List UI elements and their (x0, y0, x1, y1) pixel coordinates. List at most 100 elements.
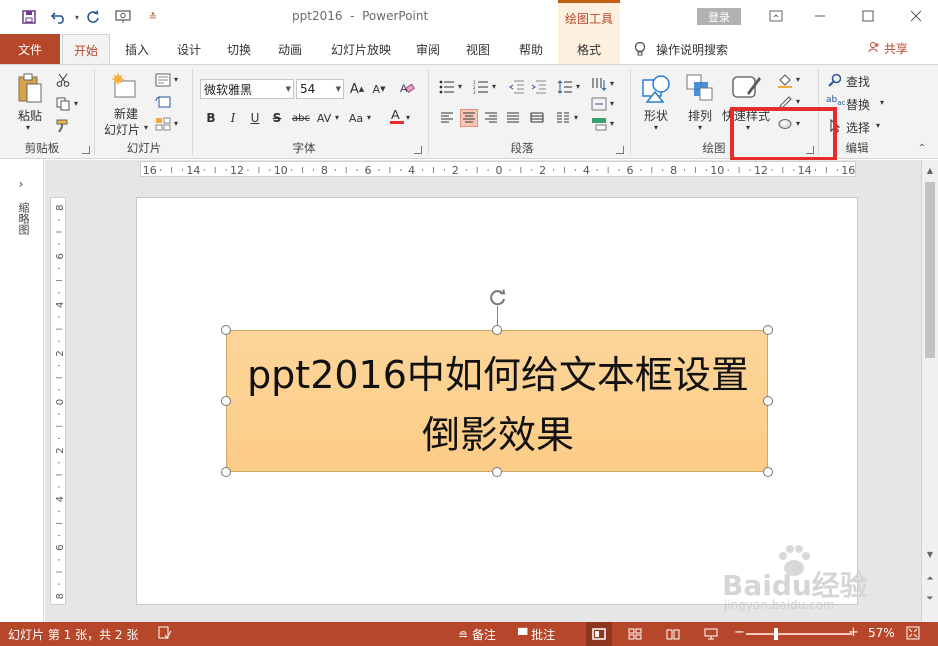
select-dropdown-icon[interactable]: ▾ (876, 121, 880, 130)
align-right-icon[interactable] (482, 109, 500, 127)
next-slide-icon[interactable]: ⏷ (924, 592, 936, 606)
tell-me-search[interactable]: 操作说明搜索 (656, 34, 740, 64)
vertical-scrollbar[interactable]: ▲ ▼ ⏶ ⏷ (921, 160, 938, 622)
zoom-out-icon[interactable]: − (734, 625, 745, 640)
shapes-label[interactable]: 形状 (644, 107, 668, 124)
font-color-dropdown-icon[interactable]: ▾ (406, 113, 410, 122)
tab-home[interactable]: 开始 (62, 34, 110, 65)
normal-view-icon[interactable] (586, 622, 612, 646)
thumbnail-label[interactable]: 缩略图 (11, 202, 31, 235)
decrease-font-icon[interactable]: A ▼ (370, 80, 388, 98)
tab-file[interactable]: 文件 (0, 34, 60, 64)
resize-handle-top[interactable] (492, 325, 502, 335)
tab-design[interactable]: 设计 (166, 34, 212, 64)
paste-dropdown-icon[interactable]: ▾ (26, 123, 30, 132)
section-dropdown-icon[interactable]: ▾ (174, 119, 178, 128)
bold-icon[interactable]: B (202, 109, 220, 127)
bullets-dropdown-icon[interactable]: ▾ (458, 82, 462, 91)
paste-icon[interactable] (14, 71, 46, 107)
tab-format[interactable]: 格式 (558, 34, 620, 64)
increase-font-icon[interactable]: A ▲ (348, 80, 366, 98)
find-icon[interactable] (826, 71, 844, 89)
maximize-icon[interactable] (856, 6, 880, 26)
replace-icon[interactable]: abac (826, 95, 845, 107)
columns-dropdown-icon[interactable]: ▾ (574, 113, 578, 122)
tab-insert[interactable]: 插入 (114, 34, 160, 64)
arrange-label[interactable]: 排列 (688, 107, 712, 124)
slide-sorter-icon[interactable] (622, 622, 648, 646)
layout-icon[interactable] (154, 71, 172, 89)
strikethrough-icon[interactable]: abc (290, 109, 312, 127)
copy-icon[interactable] (54, 95, 72, 113)
zoom-slider-track[interactable] (746, 633, 852, 635)
resize-handle-left[interactable] (221, 396, 231, 406)
textbox-content[interactable]: ppt2016中如何给文本框设置 倒影效果 (227, 345, 769, 465)
font-size-select[interactable]: 54 ▼ (296, 79, 344, 99)
bullets-icon[interactable] (438, 78, 456, 96)
resize-handle-top-right[interactable] (763, 325, 773, 335)
line-spacing-dropdown-icon[interactable]: ▾ (576, 82, 580, 91)
numbering-dropdown-icon[interactable]: ▾ (492, 82, 496, 91)
paragraph-launcher-icon[interactable] (616, 146, 624, 154)
new-slide-label-line2[interactable]: 幻灯片 (104, 121, 140, 138)
notes-button[interactable]: ≘ 备注 (458, 626, 496, 643)
arrange-icon[interactable] (684, 71, 716, 105)
replace-label[interactable]: 替换 (846, 96, 870, 113)
tab-review[interactable]: 审阅 (406, 34, 450, 64)
italic-icon[interactable]: I (224, 109, 242, 127)
smartart-dropdown-icon[interactable]: ▾ (610, 119, 614, 128)
text-direction-dropdown-icon[interactable]: ▾ (610, 79, 614, 88)
undo-icon[interactable] (50, 8, 68, 26)
new-slide-dropdown-icon[interactable]: ▾ (144, 123, 148, 132)
resize-handle-top-left[interactable] (221, 325, 231, 335)
customize-toolbar-icon[interactable]: ≛ (144, 8, 162, 26)
clear-formatting-icon[interactable]: A (398, 79, 416, 97)
resize-handle-bottom[interactable] (492, 467, 502, 477)
align-text-dropdown-icon[interactable]: ▾ (610, 99, 614, 108)
new-slide-label-line1[interactable]: 新建 (114, 105, 138, 122)
tab-transitions[interactable]: 切换 (216, 34, 262, 64)
minimize-icon[interactable] (808, 6, 832, 26)
format-painter-icon[interactable] (54, 117, 72, 135)
collapse-ribbon-icon[interactable]: ⌃ (914, 141, 930, 155)
arrange-dropdown-icon[interactable]: ▾ (698, 123, 702, 132)
present-icon[interactable] (114, 8, 132, 26)
line-spacing-icon[interactable] (556, 78, 574, 96)
tab-animations[interactable]: 动画 (266, 34, 314, 64)
shapes-icon[interactable] (640, 71, 674, 105)
shape-fill-icon[interactable] (776, 71, 794, 89)
previous-slide-icon[interactable]: ⏶ (924, 572, 936, 586)
align-left-icon[interactable] (438, 109, 456, 127)
fit-to-window-icon[interactable] (906, 626, 920, 643)
share-button[interactable]: 共享 (868, 40, 908, 57)
underline-icon[interactable]: U (246, 109, 264, 127)
zoom-level[interactable]: 57% (868, 626, 895, 640)
redo-icon[interactable] (84, 8, 102, 26)
ribbon-display-options-icon[interactable] (764, 6, 788, 26)
shape-outline-dropdown-icon[interactable]: ▾ (796, 97, 800, 106)
zoom-in-icon[interactable]: + (848, 625, 859, 640)
tab-view[interactable]: 视图 (456, 34, 500, 64)
scrollbar-thumb[interactable] (925, 182, 935, 358)
tab-slideshow[interactable]: 幻灯片放映 (322, 34, 400, 64)
smartart-icon[interactable] (590, 115, 608, 133)
rotate-handle-icon[interactable] (487, 287, 509, 309)
distributed-icon[interactable] (528, 109, 546, 127)
spellcheck-icon[interactable] (158, 626, 172, 643)
resize-handle-bottom-left[interactable] (221, 467, 231, 477)
quick-styles-icon[interactable] (730, 71, 764, 105)
font-launcher-icon[interactable] (414, 146, 422, 154)
zoom-slider-thumb[interactable] (773, 628, 778, 640)
text-shadow-icon[interactable]: S (268, 109, 286, 127)
character-spacing-icon[interactable]: AV (314, 109, 334, 127)
copy-dropdown-icon[interactable]: ▾ (74, 99, 78, 108)
select-label[interactable]: 选择 (846, 119, 870, 136)
shape-fill-dropdown-icon[interactable]: ▾ (796, 75, 800, 84)
cut-icon[interactable] (54, 71, 72, 89)
spacing-dropdown-icon[interactable]: ▾ (335, 113, 339, 122)
layout-dropdown-icon[interactable]: ▾ (174, 75, 178, 84)
columns-icon[interactable] (554, 109, 572, 127)
close-icon[interactable] (904, 6, 928, 26)
tab-help[interactable]: 帮助 (508, 34, 554, 64)
font-name-select[interactable]: 微软雅黑 ▼ (200, 79, 294, 99)
